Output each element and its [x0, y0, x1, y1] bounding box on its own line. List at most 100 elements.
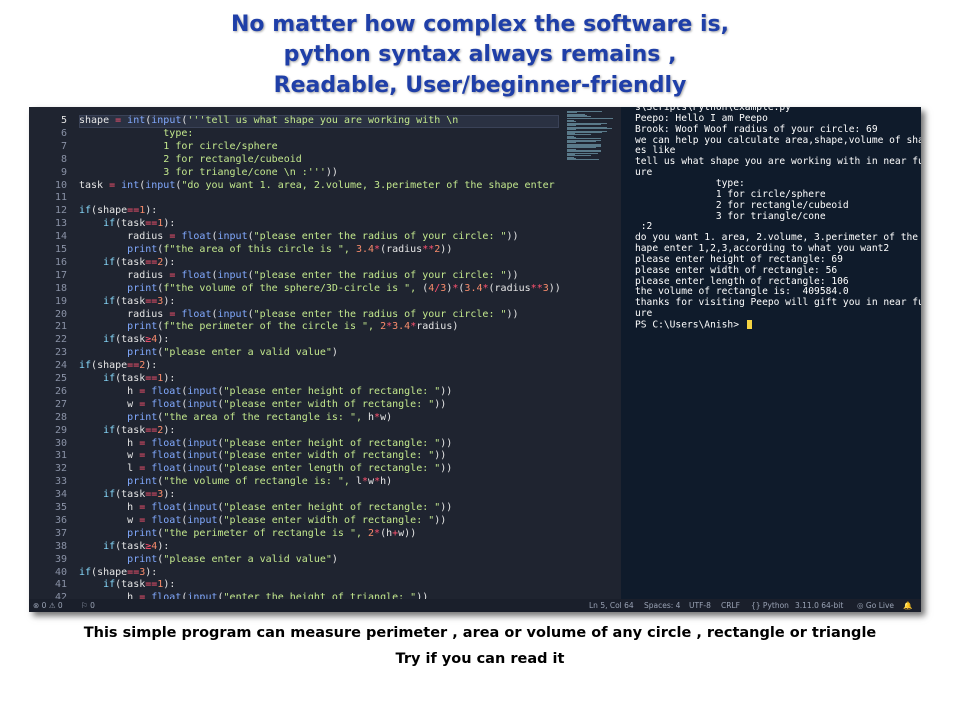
line-number: 27 [54, 398, 67, 410]
code-line[interactable]: if(task==3): [79, 489, 175, 502]
line-number: 30 [54, 437, 67, 449]
cursor-position[interactable]: Ln 5, Col 64 [589, 600, 634, 611]
code-token: float [151, 437, 182, 449]
code-area[interactable]: shape = int(input('''tell us what shape … [79, 107, 559, 599]
eol-setting[interactable]: CRLF [721, 600, 740, 611]
code-token: == [127, 566, 140, 578]
minimap[interactable] [561, 107, 621, 599]
code-line[interactable]: print(f"the perimeter of the circle is "… [79, 321, 458, 334]
code-token: print [127, 476, 158, 488]
code-line[interactable]: print(f"the area of this circle is ", 3.… [79, 244, 452, 257]
code-token: == [145, 295, 158, 307]
code-line[interactable]: print("the area of the rectangle is: ", … [79, 412, 392, 425]
code-token: input [187, 463, 218, 475]
code-token: ))) [548, 282, 559, 294]
code-token: )) [434, 450, 447, 462]
code-token: = [163, 269, 182, 281]
python-interpreter[interactable]: 3.11.0 64-bit [795, 600, 843, 611]
code-token: int [121, 179, 140, 191]
code-line[interactable]: print("the perimeter of rectangle is ", … [79, 528, 416, 541]
code-line[interactable]: task = int(input("do you want 1. area, 2… [79, 180, 559, 193]
code-line[interactable]: l = float(input("please enter length of … [79, 463, 452, 476]
code-token: "please enter the radius of your circle:… [253, 308, 507, 320]
minimap-line [567, 117, 613, 119]
code-token: radius [79, 269, 164, 281]
code-token: ): [163, 489, 176, 501]
code-line[interactable]: print(f"the volume of the sphere/3D-circ… [79, 283, 559, 296]
code-line[interactable]: h = float(input("please enter height of … [79, 386, 452, 399]
terminal-line-text: ure [635, 308, 653, 320]
info-indicator[interactable]: ⚐ 0 [81, 600, 95, 611]
code-token: ): [157, 540, 170, 552]
code-line[interactable]: if(shape==2): [79, 360, 157, 373]
line-number: 5 [60, 115, 67, 126]
line-number: 17 [54, 269, 67, 281]
line-number-gutter: 5 6 7 8 9 10 11 12 13 14 15 16 17 18 19 20 21 22 23 24 25 26 2… [29, 107, 79, 599]
code-editor[interactable]: 5 6 7 8 9 10 11 12 13 14 15 16 17 18 19 20 21 22 23 24 25 26 2… [29, 107, 621, 599]
line-number: 18 [54, 282, 67, 294]
indentation-setting[interactable]: Spaces: 4 [644, 600, 680, 611]
code-line[interactable]: h = float(input("enter the height of tri… [79, 592, 428, 599]
code-line[interactable]: w = float(input("please enter width of r… [79, 515, 446, 528]
terminal-line-text: tell us what shape you are working with … [635, 156, 921, 168]
code-line[interactable]: if(task≥4): [79, 541, 169, 554]
code-token: (task [115, 373, 146, 384]
code-line[interactable]: if(shape==1): [79, 205, 157, 218]
code-line[interactable]: type: [79, 128, 193, 141]
code-line[interactable]: shape = int(input('''tell us what shape … [79, 115, 458, 128]
code-token: 3.4 [355, 244, 375, 255]
code-line[interactable]: if(task==1): [79, 579, 175, 592]
code-line[interactable]: w = float(input("please enter width of r… [79, 450, 446, 463]
code-token: shape [79, 115, 110, 126]
terminal-line-text: please enter height of rectangle: 69 [635, 253, 843, 265]
code-token: (task [115, 334, 146, 346]
code-token: h) [380, 476, 393, 488]
code-token: print [127, 553, 158, 565]
code-token: == [145, 256, 158, 268]
line-number: 19 [54, 295, 67, 307]
code-token: "please enter height of rectangle: " [223, 502, 441, 513]
code-line[interactable]: 3 for triangle/cone \n :''')) [79, 167, 338, 180]
language-mode[interactable]: {} Python [751, 600, 789, 611]
terminal-line-text: Peepo: Hello I am Peepo [635, 112, 768, 124]
code-token: ): [163, 373, 176, 384]
code-line[interactable]: if(shape==3): [79, 567, 157, 580]
code-token: == [145, 218, 158, 230]
encoding-setting[interactable]: UTF-8 [689, 600, 711, 611]
code-line[interactable]: if(task==1): [79, 218, 175, 231]
notifications-icon[interactable]: 🔔 [903, 600, 912, 611]
code-line[interactable]: h = float(input("please enter height of … [79, 502, 452, 515]
code-line[interactable]: if(task≥4): [79, 334, 169, 347]
terminal-panel[interactable]: s\Scripts\Python\example.py Peepo: Hello … [621, 107, 921, 599]
code-token: 3 for triangle/cone \n :''' [79, 166, 326, 178]
code-line[interactable]: if(task==3): [79, 296, 175, 309]
code-line[interactable]: h = float(input("please enter height of … [79, 438, 452, 451]
code-line[interactable]: radius = float(input("please enter the r… [79, 269, 518, 283]
code-line[interactable]: if(task==2): [79, 425, 175, 438]
go-live-button[interactable]: ◎ Go Live [857, 600, 894, 611]
code-token: if [79, 566, 92, 578]
code-line[interactable]: print("please enter a valid value") [79, 554, 338, 567]
code-line[interactable]: 1 for circle/sphere [79, 141, 277, 154]
vscode-window: 5 6 7 8 9 10 11 12 13 14 15 16 17 18 19 20 21 22 23 24 25 26 2… [29, 107, 921, 612]
code-token: = [163, 308, 182, 320]
code-token: float [181, 231, 212, 243]
code-token: )) [434, 514, 447, 526]
terminal-line-text: we can help you calculate area,shape,vol… [635, 134, 921, 146]
code-line[interactable]: print("please enter a valid value") [79, 347, 338, 360]
line-number: 11 [54, 192, 67, 204]
code-line[interactable]: print("the volume of rectangle is: ", l*… [79, 476, 392, 489]
code-line[interactable]: if(task==2): [79, 257, 175, 270]
code-line[interactable]: if(task==1): [79, 373, 175, 386]
code-line[interactable]: 2 for rectangle/cubeoid [79, 154, 301, 167]
code-token: input [187, 450, 218, 462]
code-line[interactable]: w = float(input("please enter width of r… [79, 399, 446, 412]
code-token: )) [440, 502, 453, 513]
problems-indicator[interactable]: ⊗ 0 ⚠ 0 [33, 600, 63, 611]
code-line[interactable]: radius = float(input("please enter the r… [79, 231, 518, 244]
code-line[interactable]: radius = float(input("please enter the r… [79, 308, 518, 322]
line-number: 16 [54, 256, 67, 268]
